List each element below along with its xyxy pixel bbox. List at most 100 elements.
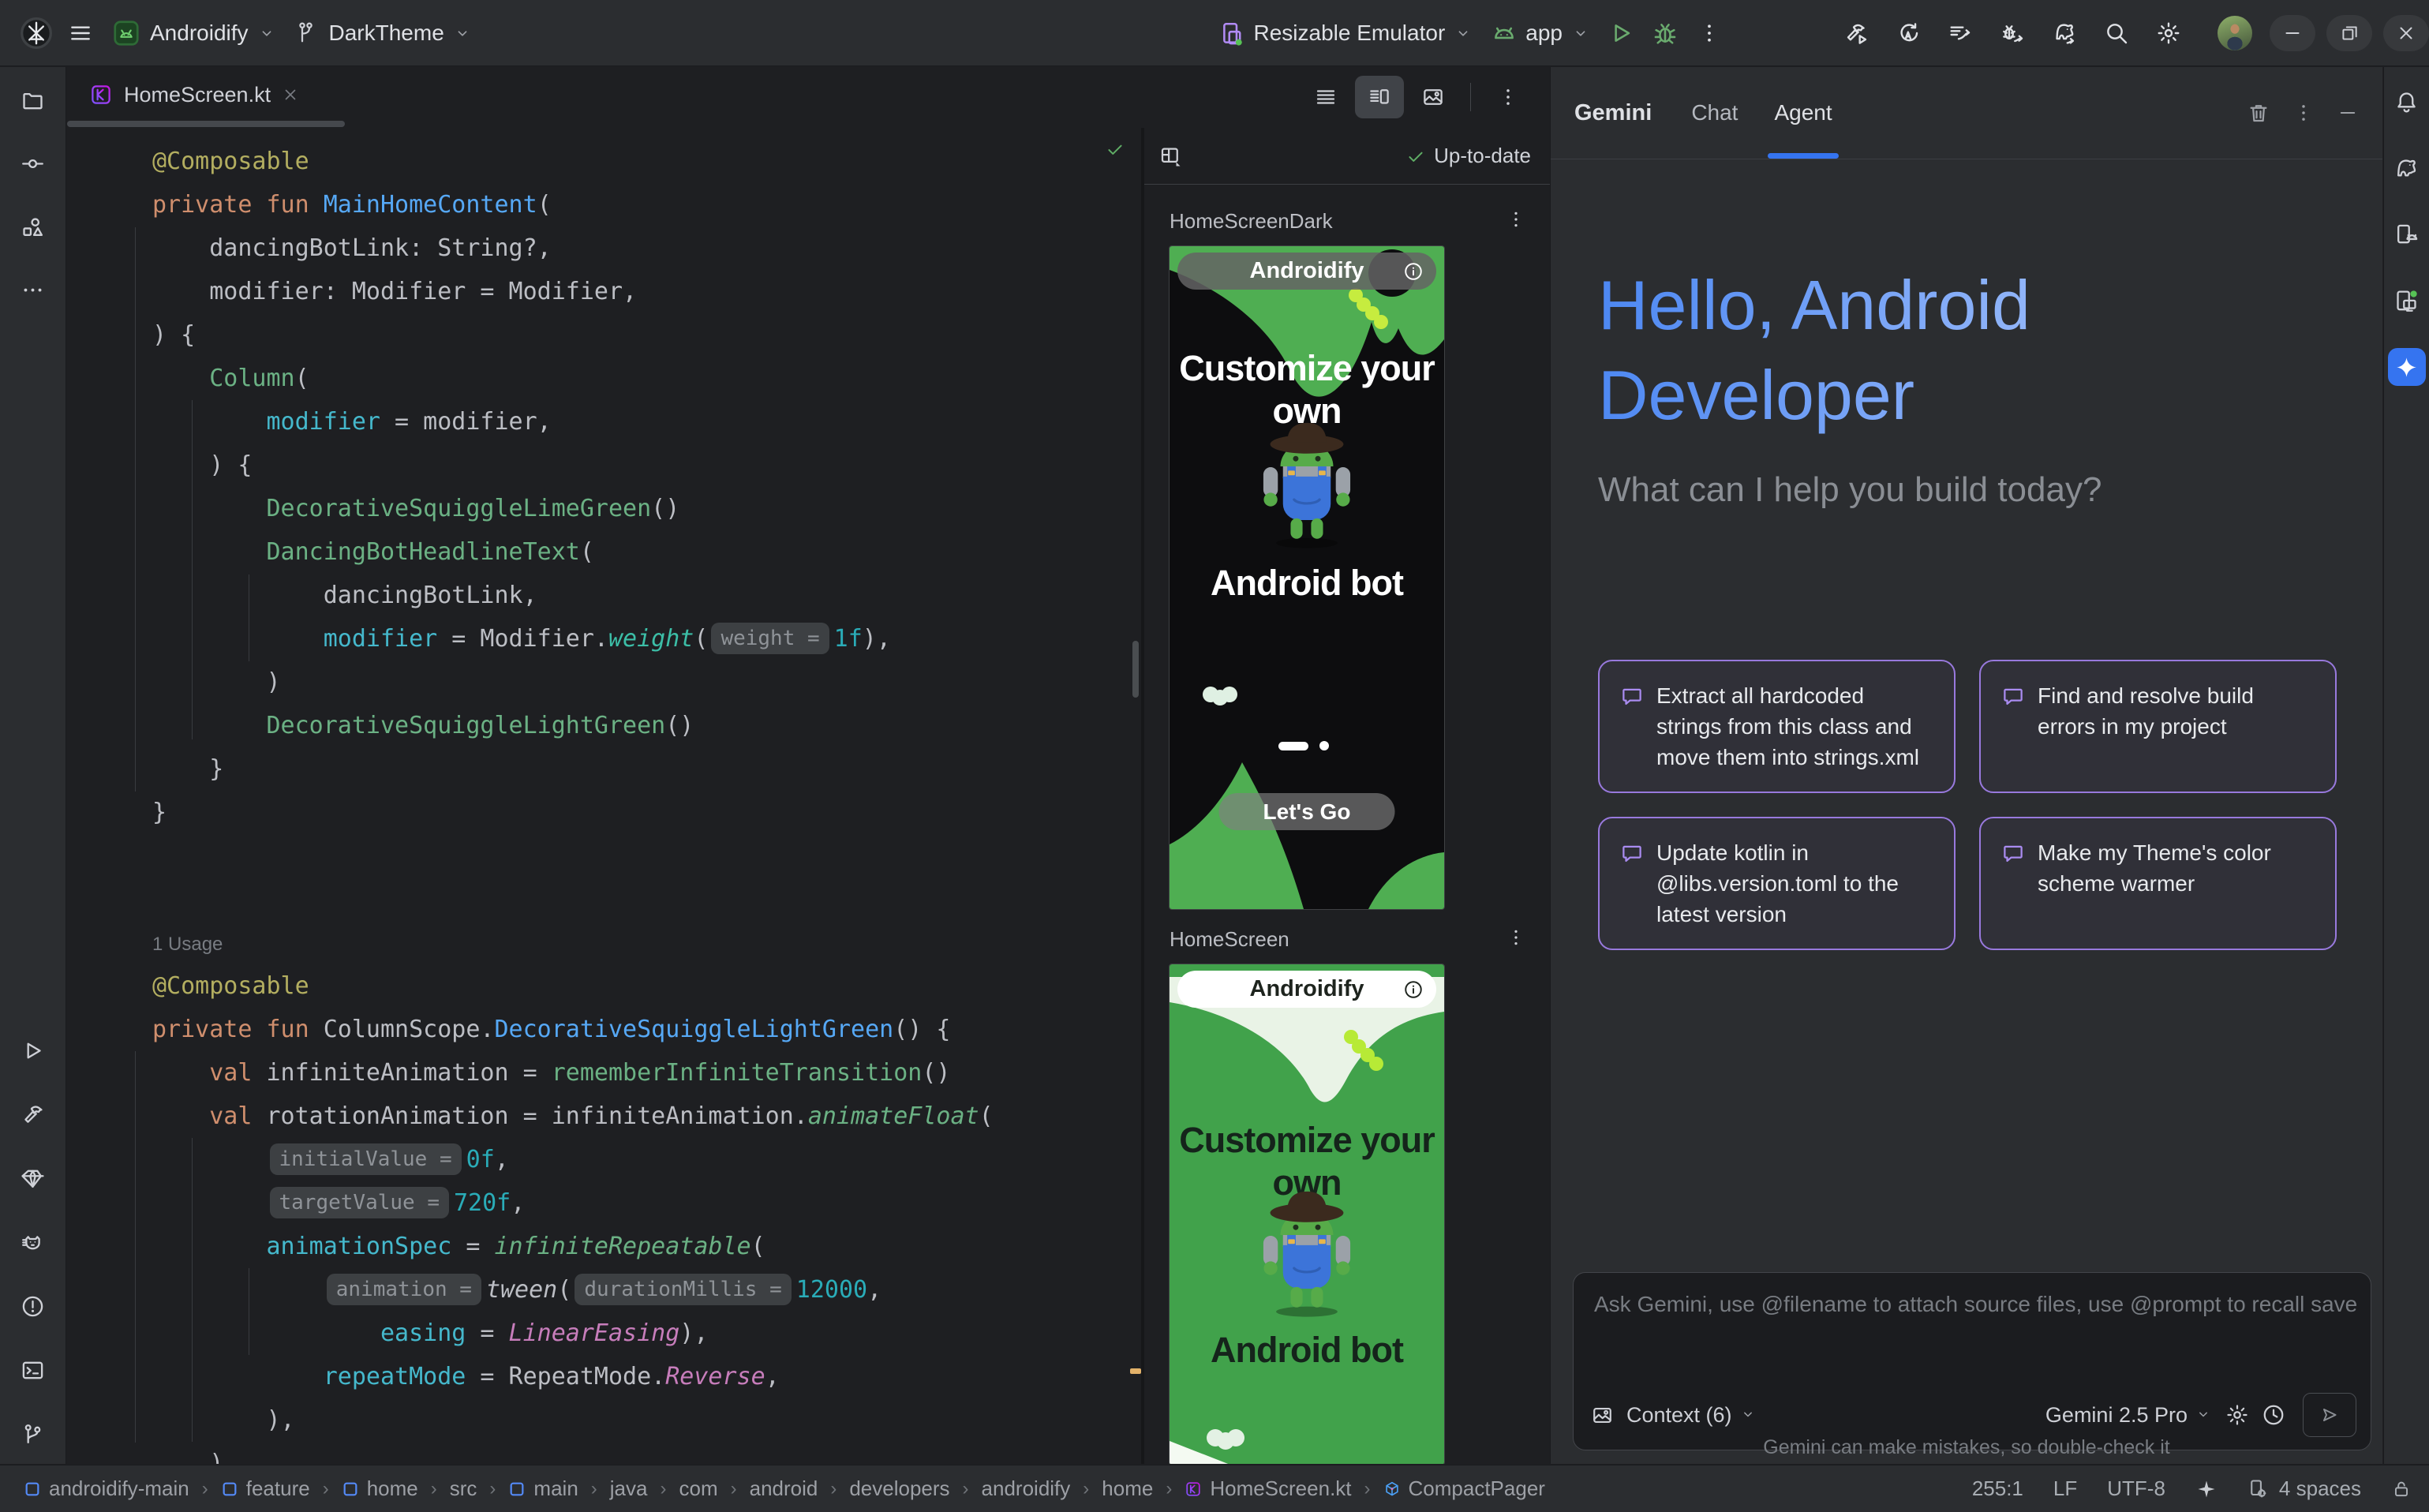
cat-button[interactable] <box>14 1223 52 1261</box>
code-line[interactable]: @Composable <box>152 964 994 1008</box>
split-view-button[interactable] <box>1355 76 1404 118</box>
breadcrumb-item[interactable]: home <box>342 1476 418 1501</box>
gradle-elephant-button[interactable] <box>2388 149 2426 187</box>
code-line[interactable]: dancingBotLink, <box>152 574 994 617</box>
play-button[interactable] <box>14 1031 52 1069</box>
breadcrumb-item[interactable]: androidify <box>982 1476 1071 1501</box>
caret-position[interactable]: 255:1 <box>1972 1476 2023 1501</box>
tab-homescreen-kt[interactable]: HomeScreen.kt <box>67 67 315 122</box>
code-line[interactable]: easing = LinearEasing), <box>152 1312 994 1355</box>
lets-go-button[interactable]: Let's Go <box>1219 793 1395 830</box>
code-line[interactable]: targetValue =720f, <box>152 1181 994 1225</box>
alert-circle-button[interactable] <box>14 1287 52 1325</box>
code-editor[interactable]: @Composableprivate fun MainHomeContent( … <box>67 128 1141 1464</box>
project-selector[interactable]: Androidify <box>103 13 285 54</box>
gemini-input-box[interactable]: Ask Gemini, use @filename to attach sour… <box>1573 1272 2371 1450</box>
main-menu-button[interactable] <box>58 13 103 54</box>
code-line[interactable]: private fun ColumnScope.DecorativeSquigg… <box>152 1008 994 1051</box>
shapes-button[interactable] <box>14 208 52 245</box>
suggestion-card[interactable]: Extract all hardcoded strings from this … <box>1598 660 1956 793</box>
suggestion-card[interactable]: Update kotlin in @libs.version.toml to t… <box>1598 817 1956 950</box>
context-selector[interactable]: Context (6) <box>1626 1403 1757 1428</box>
send-button[interactable] <box>2303 1393 2356 1437</box>
code-line[interactable]: 1 Usage <box>152 921 994 964</box>
code-line[interactable]: @Composable <box>152 140 994 183</box>
device-selector[interactable]: Resizable Emulator <box>1210 14 1482 52</box>
git-branch-button[interactable] <box>14 1415 52 1453</box>
suggestion-card[interactable]: Make my Theme's color scheme warmer <box>1979 817 2337 950</box>
more-actions-button[interactable] <box>1687 13 1731 54</box>
code-line[interactable]: modifier: Modifier = Modifier, <box>152 270 994 313</box>
preview-name-dark[interactable]: HomeScreenDark <box>1170 209 1333 234</box>
indent-setting[interactable]: 4 spaces <box>2247 1476 2361 1501</box>
code-line[interactable]: ), <box>152 1398 994 1442</box>
breadcrumb-item[interactable]: feature <box>221 1476 310 1501</box>
file-lock-icon[interactable] <box>2391 1479 2412 1499</box>
code-line[interactable] <box>152 878 994 921</box>
gemini-spark-button[interactable] <box>2388 348 2426 386</box>
tab-chat[interactable]: Chat <box>1691 67 1738 159</box>
code-line[interactable]: val infiniteAnimation = rememberInfinite… <box>152 1051 994 1095</box>
commit-button[interactable] <box>14 144 52 182</box>
preview-phone-light[interactable]: Androidify Customize your own Android bo… <box>1170 964 1444 1464</box>
breadcrumb-item[interactable]: androidify-main <box>24 1476 189 1501</box>
tab-agent[interactable]: Agent <box>1774 67 1832 159</box>
line-ending[interactable]: LF <box>2053 1476 2077 1501</box>
code-line[interactable]: } <box>152 747 994 791</box>
bell-button[interactable] <box>2388 83 2426 121</box>
gemini-options-button[interactable] <box>2292 102 2315 124</box>
code-line[interactable]: Column( <box>152 357 994 400</box>
file-encoding[interactable]: UTF-8 <box>2107 1476 2165 1501</box>
folder-button[interactable] <box>14 81 52 119</box>
code-line[interactable]: ) <box>152 661 994 704</box>
breadcrumb-item[interactable]: home <box>1102 1476 1153 1501</box>
breadcrumb-item[interactable]: java <box>610 1476 648 1501</box>
breadcrumb-item[interactable]: CompactPager <box>1383 1476 1545 1501</box>
breadcrumb-item[interactable]: developers <box>849 1476 949 1501</box>
code-line[interactable]: private fun MainHomeContent( <box>152 183 994 226</box>
gradle-sync-button[interactable] <box>2042 13 2087 54</box>
attach-debugger-button[interactable] <box>1990 13 2034 54</box>
suggestion-card[interactable]: Find and resolve build errors in my proj… <box>1979 660 2337 793</box>
code-line[interactable]: animation =tween(durationMillis =12000, <box>152 1268 994 1312</box>
build-run-button[interactable] <box>1834 13 1878 54</box>
gemini-settings-button[interactable] <box>2225 1403 2249 1427</box>
close-button[interactable] <box>2383 15 2429 51</box>
breadcrumb-item[interactable]: HomeScreen.kt <box>1185 1476 1351 1501</box>
code-line[interactable]: DecorativeSquiggleLightGreen() <box>152 704 994 747</box>
preview-options-icon[interactable] <box>1506 927 1526 948</box>
delete-conversation-button[interactable] <box>2247 101 2270 125</box>
preview-layout-button[interactable] <box>1158 144 1182 168</box>
code-line[interactable]: } <box>152 791 994 834</box>
settings-gear-button[interactable] <box>2146 13 2191 54</box>
info-icon[interactable] <box>1403 979 1424 1000</box>
minimize-button[interactable] <box>2270 15 2315 51</box>
code-line[interactable]: initialValue =0f, <box>152 1138 994 1181</box>
code-line[interactable]: modifier = Modifier.weight(weight =1f), <box>152 617 994 661</box>
preview-options-icon[interactable] <box>1506 209 1526 230</box>
code-view-button[interactable] <box>1301 76 1350 118</box>
code-line[interactable]: DancingBotHeadlineText( <box>152 530 994 574</box>
apply-restart-button[interactable] <box>1886 13 1930 54</box>
breadcrumb-item[interactable]: android <box>750 1476 818 1501</box>
code-line[interactable]: animationSpec = infiniteRepeatable( <box>152 1225 994 1268</box>
terminal-button[interactable] <box>14 1351 52 1389</box>
code-line[interactable] <box>152 834 994 878</box>
hide-panel-button[interactable] <box>2337 102 2359 124</box>
code-line[interactable]: ) { <box>152 313 994 357</box>
attach-file-button[interactable] <box>1591 1404 1614 1427</box>
apply-code-button[interactable] <box>1938 13 1982 54</box>
code-line[interactable]: ) <box>152 1442 994 1464</box>
code-line[interactable]: val rotationAnimation = infiniteAnimatio… <box>152 1095 994 1138</box>
device-manager-button[interactable] <box>2388 215 2426 253</box>
running-devices-button[interactable] <box>2388 282 2426 320</box>
vcs-branch-selector[interactable]: DarkTheme <box>285 14 481 52</box>
preview-phone-dark[interactable]: Androidify Customize your own Android bo… <box>1170 246 1444 909</box>
code-line[interactable]: modifier = modifier, <box>152 400 994 443</box>
model-selector[interactable]: Gemini 2.5 Pro <box>2045 1403 2213 1428</box>
code-line[interactable]: ) { <box>152 443 994 487</box>
tab-scrollbar[interactable] <box>67 121 345 127</box>
search-button[interactable] <box>2094 13 2139 54</box>
breadcrumb-item[interactable]: com <box>679 1476 717 1501</box>
info-icon[interactable] <box>1403 261 1424 282</box>
